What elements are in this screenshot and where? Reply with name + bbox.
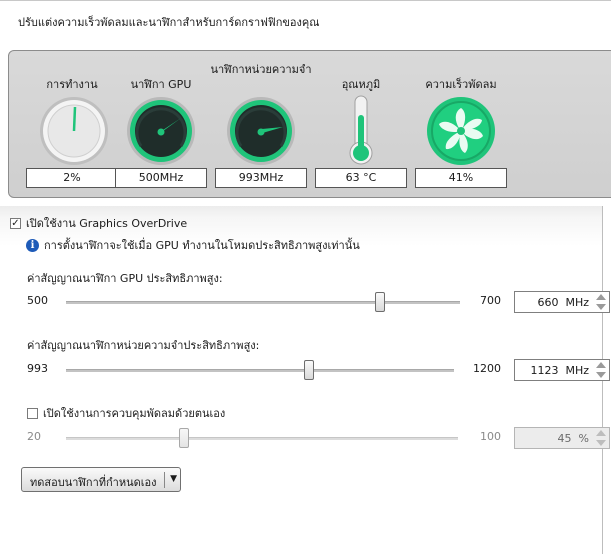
fan-speed-stepper-arrows-icon[interactable] [595,429,607,447]
info-icon: i [26,238,39,252]
memory-clock-max: 1200 [473,362,501,375]
gpu-clock-slider-label: ค่าสัญญาณนาฬิกา GPU ประสิทธิภาพสูง: [27,272,223,285]
fan-speed-value: 41% [415,168,507,188]
fan-manual-enable-row[interactable]: เปิดใช้งานการควบคุมพัดลมด้วยตนเอง [27,404,225,422]
memory-clock-stepper-unit: MHz [565,364,589,377]
fan-speed-slider-track[interactable] [66,437,458,440]
fan-speed-stepper-unit: % [578,432,589,445]
memory-clock-dial-icon [227,97,295,165]
gpu-clock-stepper-arrows-icon[interactable] [595,293,607,311]
overdrive-enable-label: เปิดใช้งาน Graphics OverDrive [26,217,188,230]
gpu-clock-stepper[interactable]: 660 MHz [514,291,610,313]
memory-clock-stepper-value: 1123 [530,364,559,377]
temperature-gauge: อุณหภูมิ 63 °C [313,51,409,196]
fan-manual-enable-checkbox[interactable] [27,407,38,419]
page-title: ปรับแต่งความเร็วพัดลมและนาฬิกาสำหรับการ์… [18,16,320,29]
fan-speed-stepper[interactable]: 45 % [514,427,610,449]
info-note-text: การตั้งนาฬิกาจะใช้เมื่อ GPU ทำงานในโหมดป… [44,239,360,252]
activity-dial-icon [40,97,108,165]
status-gauge-panel: การทำงาน 2% นาฬิกา GPU 500MHz นาฬิกาหน่ว… [8,50,611,198]
gpu-clock-slider-thumb[interactable] [375,292,385,312]
memory-clock-label: นาฬิกาหน่วยความจำ [210,63,312,76]
memory-clock-gauge: นาฬิกาหน่วยความจำ 993MHz [210,51,312,196]
fan-speed-stepper-value: 45 [557,432,572,445]
memory-clock-stepper[interactable]: 1123 MHz [514,359,610,381]
fan-speed-label: ความเร็วพัดลม [425,78,497,91]
overdrive-enable-checkbox[interactable]: ✓ [10,217,21,229]
gpu-clock-label: นาฬิกา GPU [130,78,192,91]
info-note-row: i การตั้งนาฬิกาจะใช้เมื่อ GPU ทำงานในโหม… [26,236,360,254]
memory-clock-slider-track[interactable] [66,369,454,372]
fan-speed-slider-thumb[interactable] [179,428,189,448]
test-custom-clock-button[interactable]: ทดสอบนาฬิกาที่กำหนดเอง ▼ [21,467,181,492]
gpu-clock-slider-track[interactable] [66,301,460,304]
gpu-clock-stepper-value: 660 [537,296,559,309]
activity-gauge: การทำงาน 2% [24,51,120,196]
chevron-down-icon[interactable]: ▼ [170,474,177,484]
gpu-clock-stepper-unit: MHz [565,296,589,309]
temperature-value: 63 °C [315,168,407,188]
button-divider [164,472,165,488]
temperature-label: อุณหภูมิ [341,78,381,91]
overdrive-enable-row[interactable]: ✓ เปิดใช้งาน Graphics OverDrive [10,214,187,232]
top-divider [0,0,611,1]
fan-speed-gauge: ความเร็วพัดลม 41% [413,51,509,196]
fan-manual-enable-label: เปิดใช้งานการควบคุมพัดลมด้วยตนเอง [43,407,226,420]
fan-speed-max: 100 [480,430,501,443]
fan-icon [427,97,495,165]
gpu-clock-max: 700 [480,294,501,307]
memory-clock-slider-thumb[interactable] [304,360,314,380]
fan-speed-min: 20 [27,430,41,443]
gpu-clock-dial-icon [127,97,195,165]
activity-value: 2% [26,168,118,188]
thermometer-icon [349,95,373,165]
gpu-clock-gauge: นาฬิกา GPU 500MHz [113,51,209,196]
gpu-clock-value: 500MHz [115,168,207,188]
gpu-clock-min: 500 [27,294,48,307]
memory-clock-value: 993MHz [215,168,307,188]
test-custom-clock-button-label: ทดสอบนาฬิกาที่กำหนดเอง [30,476,157,489]
memory-clock-stepper-arrows-icon[interactable] [595,361,607,379]
memory-clock-slider-label: ค่าสัญญาณนาฬิกาหน่วยความจำประสิทธิภาพสูง… [27,339,260,352]
memory-clock-min: 993 [27,362,48,375]
